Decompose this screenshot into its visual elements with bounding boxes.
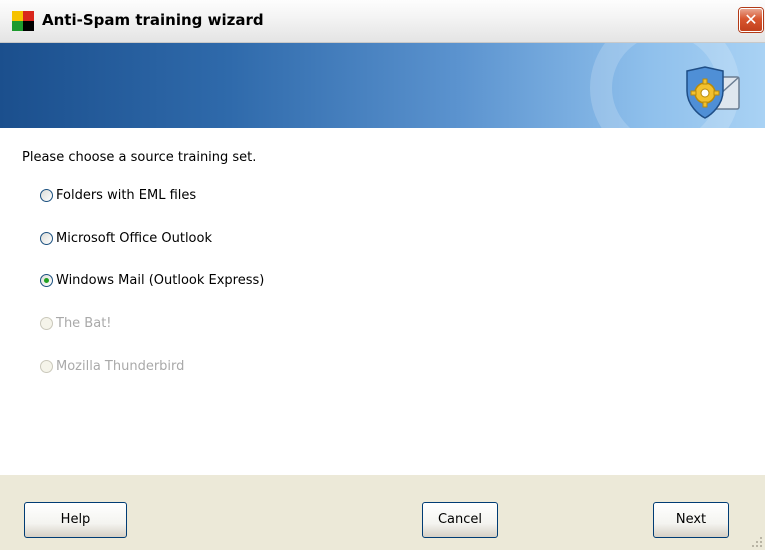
radio-button-disabled bbox=[40, 359, 53, 373]
option-label: The Bat! bbox=[56, 315, 112, 331]
option-label: Windows Mail (Outlook Express) bbox=[56, 272, 265, 288]
close-icon: ✕ bbox=[744, 10, 758, 29]
prompt-text: Please choose a source training set. bbox=[22, 150, 257, 165]
title-bar[interactable]: Anti-Spam training wizard ✕ bbox=[0, 0, 765, 43]
radio-button-selected[interactable] bbox=[40, 273, 53, 287]
selected-dot-icon bbox=[44, 277, 49, 283]
help-button[interactable]: Help bbox=[24, 502, 127, 538]
wizard-window: Anti-Spam training wizard ✕ Please choos… bbox=[0, 0, 765, 550]
radio-button[interactable] bbox=[40, 188, 53, 202]
button-bar: Help Cancel Next bbox=[0, 475, 765, 550]
option-label: Microsoft Office Outlook bbox=[56, 230, 212, 246]
header-banner bbox=[0, 43, 765, 128]
option-label: Mozilla Thunderbird bbox=[56, 358, 185, 374]
window-title: Anti-Spam training wizard bbox=[42, 11, 264, 29]
option-thunderbird: Mozilla Thunderbird bbox=[40, 357, 184, 375]
mail-shield-gear-icon bbox=[686, 66, 740, 119]
option-folders-eml[interactable]: Folders with EML files bbox=[40, 186, 196, 204]
option-label: Folders with EML files bbox=[56, 187, 197, 203]
radio-button-disabled bbox=[40, 316, 53, 330]
next-button[interactable]: Next bbox=[653, 502, 729, 538]
wizard-content: Please choose a source training set. Fol… bbox=[0, 128, 765, 475]
option-ms-outlook[interactable]: Microsoft Office Outlook bbox=[40, 229, 212, 247]
app-logo-icon bbox=[12, 11, 34, 31]
radio-button[interactable] bbox=[40, 231, 53, 245]
close-button[interactable]: ✕ bbox=[739, 8, 763, 32]
cancel-button[interactable]: Cancel bbox=[422, 502, 498, 538]
option-the-bat: The Bat! bbox=[40, 314, 112, 332]
option-windows-mail[interactable]: Windows Mail (Outlook Express) bbox=[40, 271, 264, 289]
resize-grip-icon[interactable] bbox=[751, 536, 763, 548]
